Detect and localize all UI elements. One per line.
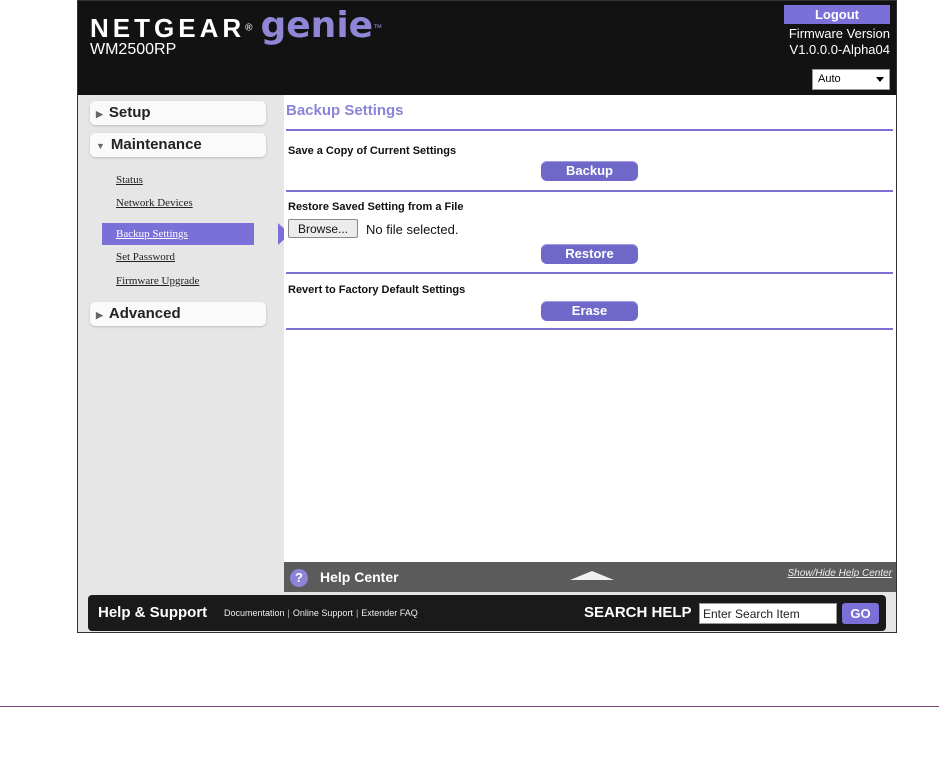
- sidebar-item-setup[interactable]: ▶ Setup: [90, 101, 266, 125]
- firmware-version: V1.0.0.0-Alpha04: [789, 42, 890, 57]
- language-selected-value: Auto: [818, 73, 841, 85]
- sidebar-item-label: Backup Settings: [116, 228, 188, 240]
- model-name: WM2500RP: [90, 41, 177, 58]
- search-help-label: SEARCH HELP: [584, 604, 692, 621]
- sidebar-item-label: Setup: [108, 104, 151, 121]
- restore-label: Restore Saved Setting from a File: [288, 201, 464, 213]
- help-support-footer: Help & Support Documentation | Online Supp…: [88, 595, 886, 631]
- brand-genie: genie: [260, 5, 374, 46]
- show-hide-help-center-link[interactable]: Show/Hide Help Center: [788, 568, 893, 579]
- sidebar-item-label: Advanced: [108, 305, 181, 322]
- extender-faq-link[interactable]: Extender FAQ: [361, 608, 418, 618]
- logout-button[interactable]: Logout: [784, 5, 890, 24]
- triangle-right-icon: ▶: [96, 109, 103, 119]
- save-copy-label: Save a Copy of Current Settings: [288, 145, 457, 157]
- revert-factory-label: Revert to Factory Default Settings: [288, 284, 466, 296]
- chevron-down-icon: [876, 77, 884, 82]
- search-input[interactable]: [699, 603, 837, 624]
- page-divider: [0, 706, 939, 707]
- help-support-title: Help & Support: [98, 604, 208, 621]
- sidebar: ▶ Setup ▼ Maintenance Status Network Devic…: [78, 95, 290, 592]
- backup-button[interactable]: Backup: [541, 161, 638, 181]
- page-title: Backup Settings: [286, 102, 404, 119]
- firmware-info: Firmware Version V1.0.0.0-Alpha04: [789, 26, 890, 58]
- main-content: Backup Settings Save a Copy of Current S…: [284, 95, 896, 562]
- no-file-selected-text: No file selected.: [366, 222, 459, 237]
- help-center-label: Help Center: [320, 569, 399, 585]
- divider: [286, 328, 893, 330]
- language-select[interactable]: Auto: [812, 69, 890, 90]
- divider: [286, 272, 893, 274]
- sidebar-item-firmware-upgrade[interactable]: Firmware Upgrade: [116, 275, 199, 287]
- link-separator: |: [355, 608, 359, 618]
- divider: [286, 129, 893, 131]
- expand-up-icon[interactable]: [570, 571, 614, 580]
- help-links: Documentation | Online Support | Extender FA…: [224, 608, 418, 618]
- sidebar-item-advanced[interactable]: ▶ Advanced: [90, 302, 266, 326]
- brand-registered-mark: ®: [245, 22, 253, 34]
- help-icon: ?: [290, 569, 308, 587]
- triangle-right-icon: ▶: [96, 310, 103, 320]
- brand-trademark: ™: [373, 22, 383, 33]
- link-separator: |: [287, 608, 290, 618]
- sidebar-item-status[interactable]: Status: [116, 174, 143, 186]
- divider: [286, 190, 893, 192]
- header: NETGEAR® genie™ WM2500RP Logout Firmware …: [78, 1, 896, 95]
- brand-netgear: NETGEAR: [90, 13, 246, 43]
- router-admin-window: NETGEAR® genie™ WM2500RP Logout Firmware …: [77, 0, 897, 633]
- sidebar-item-network-devices[interactable]: Network Devices: [116, 197, 193, 209]
- erase-button[interactable]: Erase: [541, 301, 638, 321]
- firmware-label: Firmware Version: [788, 26, 890, 41]
- sidebar-item-set-password[interactable]: Set Password: [116, 251, 175, 263]
- triangle-down-icon: ▼: [96, 141, 105, 151]
- sidebar-item-backup-settings[interactable]: Backup Settings: [102, 223, 290, 245]
- go-button[interactable]: GO: [842, 603, 879, 624]
- documentation-link[interactable]: Documentation: [224, 608, 285, 618]
- netgear-genie-logo: NETGEAR® genie™: [90, 5, 382, 46]
- restore-button[interactable]: Restore: [541, 244, 638, 264]
- help-center-bar[interactable]: ? Help Center Show/Hide Help Center: [284, 562, 896, 592]
- sidebar-item-maintenance[interactable]: ▼ Maintenance: [90, 133, 266, 157]
- sidebar-item-label: Maintenance: [110, 136, 202, 153]
- online-support-link[interactable]: Online Support: [293, 608, 353, 618]
- browse-button[interactable]: Browse...: [288, 219, 358, 238]
